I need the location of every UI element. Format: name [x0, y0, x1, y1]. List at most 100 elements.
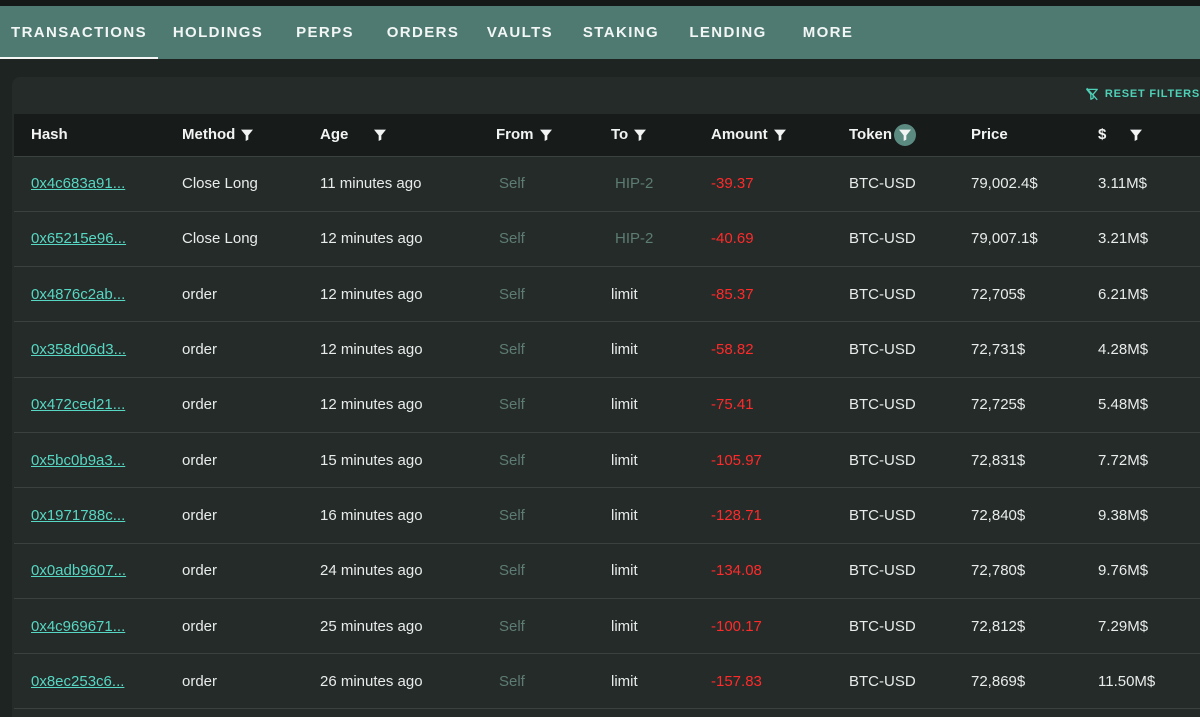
amount-cell: -157.83	[711, 654, 849, 709]
method-cell-text: order	[182, 451, 218, 469]
table-row: 0x8ec253c6... order 26 minutes ago Self limi…	[14, 654, 1200, 709]
usd-value-cell-text: 11.50M$	[1098, 672, 1156, 690]
hash-link-text[interactable]: 0x1971788c...	[31, 507, 125, 524]
from-cell: Self	[496, 156, 611, 211]
reset-filters-button[interactable]: RESET FILTERS	[1085, 85, 1200, 103]
age-cell: 12 minutes ago	[320, 267, 496, 322]
to-cell-text: limit	[611, 396, 638, 414]
amount-cell: -100.17	[711, 598, 849, 653]
price-cell-text: 72,840$	[971, 506, 1026, 524]
price-cell: 79,007.1$	[971, 211, 1098, 266]
token-cell-text: BTC-USD	[849, 672, 916, 690]
to-cell: limit	[611, 543, 711, 598]
price-cell: 79,002.4$	[971, 156, 1098, 211]
usd-value-cell: 3.21M$	[1098, 211, 1200, 266]
price-cell-text: 72,831$	[971, 451, 1026, 469]
age-cell: 12 minutes ago	[320, 377, 496, 432]
tab-holdings[interactable]: HOLDINGS	[158, 6, 278, 59]
price-cell-text: 79,007.1$	[971, 230, 1038, 248]
hash-link: 0x4c683a91...	[14, 156, 182, 211]
filter-icon[interactable]	[237, 125, 257, 145]
hash-link-text[interactable]: 0x4c969671...	[31, 618, 125, 635]
filter-icon[interactable]	[536, 125, 556, 145]
method-cell-text: order	[182, 396, 218, 414]
to-cell: limit	[611, 488, 711, 543]
token-cell: BTC-USD	[849, 211, 971, 266]
tab-lending[interactable]: LENDING	[676, 6, 780, 59]
filter-off-icon	[1085, 87, 1099, 101]
to-cell: limit	[611, 322, 711, 377]
age-cell: 12 minutes ago	[320, 322, 496, 377]
tab-transactions[interactable]: TRANSACTIONS	[0, 6, 158, 59]
method-cell-text: order	[182, 341, 218, 359]
token-cell-text: BTC-USD	[849, 506, 916, 524]
from-cell-text: Self	[499, 341, 525, 359]
token-cell-text: BTC-USD	[849, 562, 916, 580]
column-header-to: To	[611, 114, 711, 156]
age-cell: 12 minutes ago	[320, 211, 496, 266]
token-cell-text: BTC-USD	[849, 175, 916, 193]
method-cell: order	[182, 377, 320, 432]
filter-active-icon[interactable]	[894, 123, 917, 146]
column-header-from: From	[496, 114, 611, 156]
method-cell-text: order	[182, 562, 218, 580]
filter-icon[interactable]	[1126, 125, 1146, 145]
from-cell-text: Self	[499, 396, 525, 414]
amount-cell: -39.37	[711, 156, 849, 211]
usd-value-cell-text: 3.11M$	[1098, 175, 1147, 193]
to-cell-text: limit	[611, 672, 638, 690]
price-cell: 72,780$	[971, 543, 1098, 598]
tab-staking[interactable]: STAKING	[566, 6, 676, 59]
token-cell: BTC-USD	[849, 322, 971, 377]
table-header-row: Hash Method Age From To Amount Token Pri…	[14, 114, 1200, 156]
from-cell-text: Self	[499, 672, 525, 690]
to-cell-text: limit	[611, 617, 638, 635]
filter-icon[interactable]	[370, 125, 390, 145]
table-row: 0x4876c2ab... order 12 minutes ago Self limi…	[14, 267, 1200, 322]
token-cell: BTC-USD	[849, 156, 971, 211]
age-cell-text: 11 minutes ago	[320, 175, 422, 193]
hash-link-text[interactable]: 0x358d06d3...	[31, 341, 126, 358]
usd-value-cell: 9.76M$	[1098, 543, 1200, 598]
hash-link-text[interactable]: 0x4c683a91...	[31, 175, 125, 192]
hash-link-text[interactable]: 0x472ced21...	[31, 396, 125, 413]
amount-cell-text: -157.83	[711, 672, 762, 690]
tab-more[interactable]: MORE	[780, 6, 876, 59]
age-cell-text: 12 minutes ago	[320, 230, 423, 248]
token-cell: BTC-USD	[849, 377, 971, 432]
price-cell: 72,869$	[971, 654, 1098, 709]
hash-link-text[interactable]: 0x65215e96...	[31, 230, 126, 247]
tab-vaults[interactable]: VAULTS	[474, 6, 566, 59]
hash-link: 0x1971788c...	[14, 488, 182, 543]
hash-link-text[interactable]: 0x0adb9607...	[31, 562, 126, 579]
amount-cell-text: -40.69	[711, 230, 754, 248]
hash-link-text[interactable]: 0x4876c2ab...	[31, 286, 125, 303]
amount-cell-text: -128.71	[711, 506, 762, 524]
usd-value-cell-text: 7.72M$	[1098, 451, 1149, 469]
amount-cell: -58.82	[711, 322, 849, 377]
price-cell: 72,840$	[971, 488, 1098, 543]
method-cell: Close Long	[182, 211, 320, 266]
tab-perps[interactable]: PERPS	[278, 6, 372, 59]
token-cell-text: BTC-USD	[849, 341, 916, 359]
hash-link: 0x0adb9607...	[14, 543, 182, 598]
price-cell-text: 72,780$	[971, 562, 1026, 580]
usd-value-cell-text: 7.29M$	[1098, 617, 1149, 635]
column-header-amount: Amount	[711, 114, 849, 156]
token-cell: BTC-USD	[849, 488, 971, 543]
amount-cell-text: -105.97	[711, 451, 762, 469]
table-row: 0x4c969671... order 25 minutes ago Self limi…	[14, 598, 1200, 654]
filter-icon[interactable]	[770, 125, 790, 145]
from-cell-text: Self	[499, 617, 525, 635]
hash-link-text[interactable]: 0x5bc0b9a3...	[31, 452, 125, 469]
tab-orders[interactable]: ORDERS	[372, 6, 474, 59]
reset-filters-label: RESET FILTERS	[1104, 88, 1200, 100]
price-cell: 72,812$	[971, 598, 1098, 653]
amount-cell: -128.71	[711, 488, 849, 543]
token-cell-text: BTC-USD	[849, 230, 916, 248]
filter-icon[interactable]	[630, 125, 650, 145]
method-cell-text: order	[182, 617, 218, 635]
token-cell: BTC-USD	[849, 267, 971, 322]
method-cell: order	[182, 598, 320, 653]
hash-link-text[interactable]: 0x8ec253c6...	[31, 673, 124, 690]
